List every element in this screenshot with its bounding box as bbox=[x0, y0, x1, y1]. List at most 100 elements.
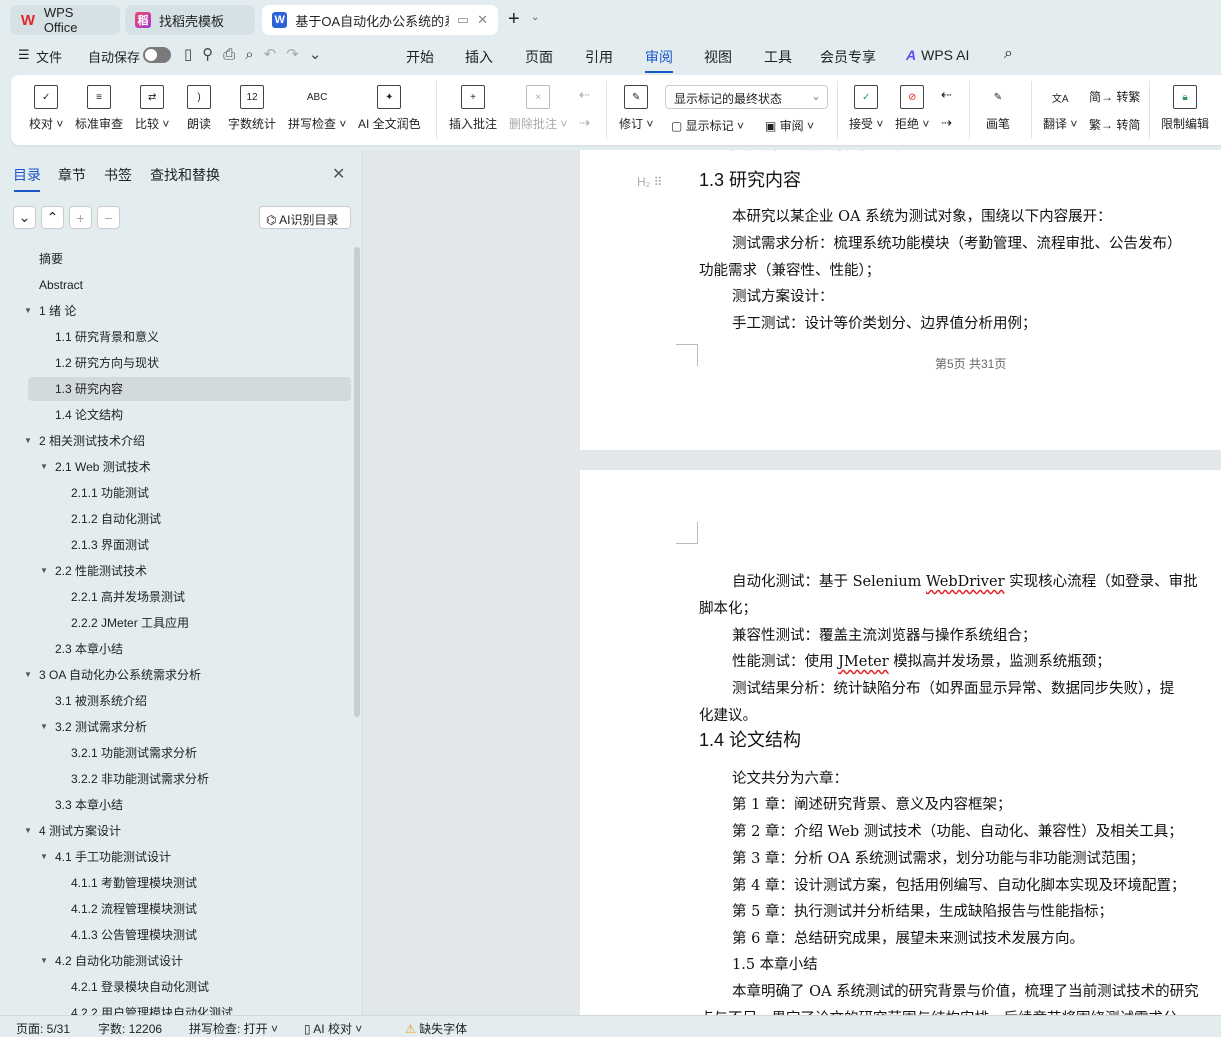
autosave-toggle[interactable] bbox=[143, 47, 171, 63]
tab-find-replace[interactable]: 查找和替换 bbox=[150, 165, 220, 185]
toc-item[interactable]: ▼ 4 测试方案设计 bbox=[24, 819, 351, 843]
accept-button[interactable]: ✓ 接受 ˅ bbox=[849, 85, 883, 132]
pen-button[interactable]: ✎ 画笔 bbox=[986, 85, 1010, 132]
search-icon[interactable]: ⌕ bbox=[1004, 45, 1013, 63]
toc-item[interactable]: 2.1.1 功能测试 bbox=[28, 481, 351, 505]
heading-level-icon[interactable]: H₂ ⠿ bbox=[637, 175, 662, 189]
monitor-icon[interactable]: ▭ bbox=[457, 12, 469, 28]
doc-line[interactable]: 化建议。 bbox=[699, 704, 757, 725]
doc-line[interactable]: 本研究以某企业 OA 系统为测试对象，围绕以下内容展开： bbox=[732, 205, 1112, 226]
to-traditional-button[interactable]: 简→ 转繁 bbox=[1089, 88, 1140, 105]
toc-item[interactable]: 2.2.2 JMeter 工具应用 bbox=[28, 611, 351, 635]
doc-line[interactable]: 第 5 章：执行测试并分析结果，生成缺陷报告与性能指标； bbox=[732, 900, 1113, 921]
word-count-button[interactable]: 12 字数统计 bbox=[228, 85, 276, 132]
tab-bookmarks[interactable]: 书签 bbox=[104, 165, 132, 185]
menu-wps-ai[interactable]: A WPS AI bbox=[906, 47, 969, 63]
doc-heading[interactable]: 1.4 论文结构 bbox=[699, 726, 801, 752]
toc-item[interactable]: 3.2.1 功能测试需求分析 bbox=[28, 741, 351, 765]
prev-change-icon[interactable]: ⇠ bbox=[941, 87, 952, 103]
doc-line[interactable]: 第 1 章：阐述研究背景、意义及内容框架； bbox=[732, 793, 1011, 814]
expand-down-button[interactable]: ⌄ bbox=[13, 206, 36, 229]
doc-line[interactable]: 性能测试：使用 JMeter 模拟高并发场景，监测系统瓶颈； bbox=[732, 650, 1111, 671]
doc-line[interactable]: 自动化测试：基于 Selenium WebDriver 实现核心流程（如登录、审… bbox=[732, 570, 1198, 591]
expand-arrow-icon[interactable]: ▼ bbox=[40, 715, 48, 739]
doc-line[interactable]: 第 2 章：介绍 Web 测试技术（功能、自动化、兼容性）及相关工具； bbox=[732, 820, 1183, 841]
tab-chapters[interactable]: 章节 bbox=[58, 165, 86, 185]
promote-button[interactable]: + bbox=[69, 206, 92, 229]
prev-comment-icon[interactable]: ⇠ bbox=[579, 87, 590, 103]
doc-line[interactable]: 第 4 章：设计测试方案，包括用例编写、自动化脚本实现及环境配置； bbox=[732, 874, 1185, 895]
doc-line[interactable]: 本章明确了 OA 系统测试的研究背景与价值，梳理了当前测试技术的研究 bbox=[732, 980, 1199, 1001]
doc-line[interactable]: 脚本化； bbox=[699, 597, 757, 618]
ai-polish-button[interactable]: ✦ AI 全文润色 bbox=[358, 85, 421, 132]
proofread-button[interactable]: ✓ 校对 ˅ bbox=[29, 85, 63, 132]
to-simplified-button[interactable]: 繁→ 转简 bbox=[1089, 116, 1140, 133]
expand-arrow-icon[interactable]: ▼ bbox=[24, 299, 32, 323]
toc-item[interactable]: Abstract bbox=[28, 273, 351, 297]
next-comment-icon[interactable]: ⇢ bbox=[579, 115, 590, 131]
toc-item[interactable]: 3.2.2 非功能测试需求分析 bbox=[28, 767, 351, 791]
toc-item[interactable]: ▼ 4.2 自动化功能测试设计 bbox=[28, 949, 351, 973]
expand-arrow-icon[interactable]: ▼ bbox=[24, 429, 32, 453]
file-menu[interactable]: 文件 bbox=[36, 47, 62, 66]
page-indicator[interactable]: 页面: 5/31 bbox=[16, 1020, 70, 1037]
expand-arrow-icon[interactable]: ▼ bbox=[40, 559, 48, 583]
quick-toolbar[interactable]: ▯⚲⎙⌕↶↷⌄ bbox=[184, 45, 331, 63]
chevron-down-icon[interactable]: ⌄ bbox=[531, 12, 539, 23]
menu-tools[interactable]: 工具 bbox=[764, 47, 792, 67]
read-aloud-button[interactable]: ) 朗读 bbox=[187, 85, 211, 132]
delete-comment-button[interactable]: × 删除批注 ˅ bbox=[509, 85, 567, 132]
compare-button[interactable]: ⇄ 比较 ˅ bbox=[135, 85, 169, 132]
toc-item[interactable]: 2.3 本章小结 bbox=[28, 637, 351, 661]
print-icon[interactable]: ⎙ bbox=[223, 46, 245, 63]
tab-document[interactable]: W 基于OA自动化办公系统的系 ▭ ✕ bbox=[262, 5, 498, 35]
doc-line[interactable]: 1.5 本章小结 bbox=[732, 953, 818, 974]
next-change-icon[interactable]: ⇢ bbox=[941, 115, 952, 131]
doc-line[interactable]: 论文共分为六章： bbox=[732, 767, 848, 788]
review-pane-button[interactable]: ▣ 审阅 ˅ bbox=[765, 117, 814, 134]
toc-item[interactable]: 1.3 研究内容 bbox=[28, 377, 351, 401]
doc-line[interactable]: 手工测试：设计等价类划分、边界值分析用例； bbox=[732, 312, 1037, 333]
doc-line[interactable]: 测试需求分析：梳理系统功能模块（考勤管理、流程审批、公告发布） bbox=[732, 232, 1182, 253]
toc-item[interactable]: 1.1 研究背景和意义 bbox=[28, 325, 351, 349]
toc-item[interactable]: 4.1.1 考勤管理模块测试 bbox=[28, 871, 351, 895]
expand-arrow-icon[interactable]: ▼ bbox=[40, 949, 48, 973]
spell-check-status[interactable]: 拼写检查: 打开 ˅ bbox=[189, 1020, 278, 1037]
reject-button[interactable]: ⊘ 拒绝 ˅ bbox=[895, 85, 929, 132]
menu-review[interactable]: 审阅 bbox=[645, 47, 673, 73]
doc-line[interactable]: 点与不足，界定了论文的研究范围与结构安排，后续章节将围绕测试需求分 bbox=[699, 1007, 1178, 1015]
undo-icon[interactable]: ↶ bbox=[264, 46, 287, 63]
doc-line[interactable]: 兼容性测试：覆盖主流浏览器与操作系统组合； bbox=[732, 624, 1037, 645]
toc-item[interactable]: 4.2.1 登录模块自动化测试 bbox=[28, 975, 351, 999]
insert-comment-button[interactable]: + 插入批注 bbox=[449, 85, 497, 132]
print-preview-icon[interactable]: ⌕ bbox=[245, 46, 263, 63]
expand-arrow-icon[interactable]: ▼ bbox=[24, 663, 32, 687]
doc-line[interactable]: 功能需求（兼容性、性能）； bbox=[699, 259, 880, 280]
ai-check-status[interactable]: ▯ AI 校对 ˅ bbox=[304, 1020, 362, 1037]
standard-review-button[interactable]: ≡ 标准审查 bbox=[75, 85, 123, 132]
doc-line[interactable]: 第 3 章：分析 OA 系统测试需求，划分功能与非功能测试范围； bbox=[732, 847, 1145, 868]
toc-item[interactable]: 2.2.1 高并发场景测试 bbox=[28, 585, 351, 609]
tab-docer[interactable]: 稻找稻壳模板 bbox=[125, 5, 255, 35]
close-icon[interactable]: ✕ bbox=[477, 12, 488, 28]
new-tab-icon[interactable]: + bbox=[508, 8, 520, 31]
save-icon[interactable]: ▯ bbox=[184, 46, 202, 63]
toc-item[interactable]: 摘要 bbox=[28, 247, 351, 271]
toc-item[interactable]: 2.1.3 界面测试 bbox=[28, 533, 351, 557]
spell-check-button[interactable]: ABC 拼写检查 ˅ bbox=[288, 85, 346, 132]
toc-item[interactable]: ▼ 2.2 性能测试技术 bbox=[28, 559, 351, 583]
toc-item[interactable]: 2.1.2 自动化测试 bbox=[28, 507, 351, 531]
tab-toc[interactable]: 目录 bbox=[13, 165, 41, 192]
doc-line[interactable]: 测试方案设计： bbox=[732, 285, 834, 306]
chevron-down-icon[interactable]: ⌄ bbox=[309, 46, 332, 63]
tab-wps-office[interactable]: W WPS Office bbox=[10, 5, 120, 35]
show-markup-button[interactable]: ▢ 显示标记 ˅ bbox=[671, 117, 744, 134]
doc-line[interactable]: 试过程标准化与结果可视化的深入探讨。 bbox=[699, 150, 960, 154]
expand-arrow-icon[interactable]: ▼ bbox=[40, 845, 48, 869]
menu-member[interactable]: 会员专享 bbox=[820, 47, 876, 67]
toc-item[interactable]: 1.2 研究方向与现状 bbox=[28, 351, 351, 375]
doc-heading[interactable]: 1.3 研究内容 bbox=[699, 166, 801, 192]
demote-button[interactable]: − bbox=[97, 206, 120, 229]
restrict-edit-button[interactable]: 🔒︎ 限制编辑 bbox=[1161, 85, 1209, 132]
close-icon[interactable]: ✕ bbox=[332, 164, 345, 184]
